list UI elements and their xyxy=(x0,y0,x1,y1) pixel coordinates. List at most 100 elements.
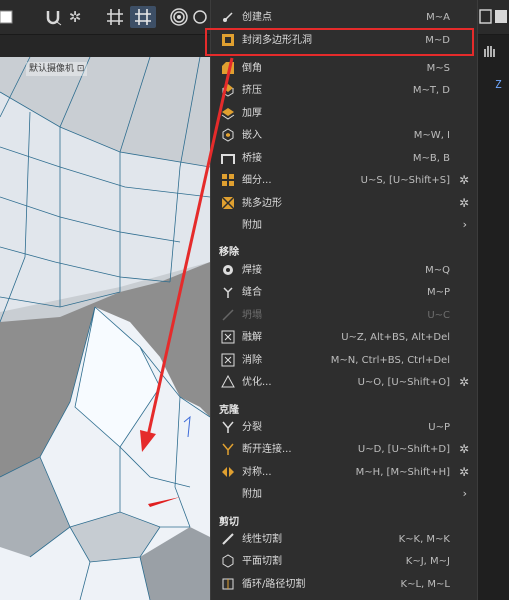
grid-snap-icon[interactable] xyxy=(104,6,126,28)
menu-item-weld[interactable]: 焊接 M~Q xyxy=(211,259,477,282)
menu-item-label: 桥接 xyxy=(242,153,262,164)
menu-item-more-submenu[interactable]: 附加 › xyxy=(211,483,477,506)
menu-item-plane-cut[interactable]: 平面切割 K~J, M~J xyxy=(211,550,477,573)
menu-item-label: 消除 xyxy=(242,355,262,366)
magnet-icon[interactable] xyxy=(42,6,64,28)
menu-item-melt[interactable]: 消除 M~N, Ctrl+BS, Ctrl+Del xyxy=(211,349,477,372)
menu-item-label: 封闭多边形孔洞 xyxy=(242,35,312,46)
optimize-icon xyxy=(221,374,235,389)
close-polygon-hole-icon xyxy=(221,33,235,47)
options-gear-icon[interactable]: ✲ xyxy=(457,173,471,187)
menu-item-label: 加厚 xyxy=(242,108,262,119)
menu-item-subdivide[interactable]: 细分... U~S, [U~Shift+S] ✲ xyxy=(211,169,477,192)
thicken-icon xyxy=(221,106,235,120)
menu-item-extrude[interactable]: 挤压 M~T, D xyxy=(211,79,477,102)
menu-item-poke-polygons[interactable]: 挑多边形 ✲ xyxy=(211,192,477,215)
menu-item-disconnect[interactable]: 断开连接... U~D, [U~Shift+D] ✲ xyxy=(211,438,477,461)
weld-icon xyxy=(221,263,235,277)
menu-item-thicken[interactable]: 加厚 xyxy=(211,102,477,125)
chevron-right-icon: › xyxy=(462,218,467,231)
options-gear-icon[interactable]: ✲ xyxy=(457,465,471,479)
menu-item-shortcut: U~S, [U~Shift+S] xyxy=(360,175,450,186)
menu-item-line-cut[interactable]: 线性切割 K~K, M~K xyxy=(211,528,477,551)
menu-item-split[interactable]: 分裂 U~P xyxy=(211,416,477,439)
dissolve-icon xyxy=(221,330,235,344)
default-camera-label[interactable]: 默认摄像机 ⊡ xyxy=(26,62,88,76)
menu-item-label: 附加 xyxy=(242,220,262,231)
menu-item-collapse: 坍塌 U~C xyxy=(211,304,477,327)
menu-item-shortcut: M~B, B xyxy=(412,153,450,164)
side-panel xyxy=(473,35,509,600)
menu-item-shortcut: M~W, I xyxy=(413,130,450,141)
options-gear-icon[interactable]: ✲ xyxy=(457,196,471,210)
stitch-icon xyxy=(221,285,235,299)
inset-icon xyxy=(221,128,235,142)
menu-item-bevel[interactable]: 倒角 M~S xyxy=(211,57,477,80)
split-icon xyxy=(221,420,235,434)
menu-item-bridge[interactable]: 桥接 M~B, B xyxy=(211,147,477,170)
menu-item-label: 融解 xyxy=(242,332,262,343)
menu-item-mirror[interactable]: 对称... M~H, [M~Shift+H] ✲ xyxy=(211,461,477,484)
menu-item-optimize[interactable]: 优化... U~O, [U~Shift+O] ✲ xyxy=(211,371,477,394)
menu-item-shortcut: M~D xyxy=(425,35,450,46)
melt-icon xyxy=(221,353,235,367)
options-gear-icon[interactable]: ✲ xyxy=(457,375,471,389)
create-point-icon xyxy=(221,10,235,24)
menu-item-shortcut: U~O, [U~Shift+O] xyxy=(357,377,450,388)
menu-item-shortcut: M~A xyxy=(426,12,450,23)
snap-settings-gear-icon[interactable]: ✲ xyxy=(66,6,84,28)
menu-item-shortcut: K~L, M~L xyxy=(400,579,450,590)
menu-item-shortcut: K~K, M~K xyxy=(398,534,450,545)
menu-item-dissolve[interactable]: 融解 U~Z, Alt+BS, Alt+Del xyxy=(211,326,477,349)
menu-item-label: 断开连接... xyxy=(242,444,292,455)
menu-item-shortcut: U~C xyxy=(427,310,450,321)
menu-item-shortcut: M~H, [M~Shift+H] xyxy=(355,467,450,478)
menu-item-stitch[interactable]: 缝合 M~P xyxy=(211,281,477,304)
menu-item-create-point[interactable]: 创建点 M~A xyxy=(211,6,477,29)
mirror-icon xyxy=(221,465,235,479)
workplane-icon[interactable] xyxy=(192,6,208,28)
menu-item-close-polygon-hole[interactable]: 封闭多边形孔洞 M~D xyxy=(211,29,477,52)
menu-item-label: 挑多边形 xyxy=(242,198,282,209)
menu-item-label: 优化... xyxy=(242,377,272,388)
subdivide-icon xyxy=(221,173,235,187)
menu-section-header: 剪切 xyxy=(219,517,239,528)
menu-item-shortcut: U~Z, Alt+BS, Alt+Del xyxy=(341,332,450,343)
menu-item-label: 倒角 xyxy=(242,63,262,74)
menu-section-header: 移除 xyxy=(219,247,239,258)
menu-item-label: 创建点 xyxy=(242,12,272,23)
grid-snap-active-icon[interactable] xyxy=(130,6,156,28)
plane-cut-icon xyxy=(221,554,235,568)
pan-hand-icon[interactable] xyxy=(481,41,509,61)
menu-section-header: 克隆 xyxy=(219,405,239,416)
menu-item-shortcut: M~P xyxy=(426,287,450,298)
menu-item-more-submenu[interactable]: 附加 › xyxy=(211,214,477,237)
menu-item-label: 细分... xyxy=(242,175,272,186)
menu-item-shortcut: U~D, [U~Shift+D] xyxy=(357,444,450,455)
menu-item-label: 平面切割 xyxy=(242,556,282,567)
target-icon[interactable] xyxy=(168,6,190,28)
chevron-right-icon: › xyxy=(462,487,467,500)
menu-item-label: 附加 xyxy=(242,489,262,500)
menu-item-label: 分裂 xyxy=(242,422,262,433)
menu-item-label: 焊接 xyxy=(242,265,262,276)
menu-item-shortcut: M~S xyxy=(426,63,450,74)
options-gear-icon[interactable]: ✲ xyxy=(457,442,471,456)
poke-polygons-icon xyxy=(221,196,235,210)
menu-item-label: 缝合 xyxy=(242,287,262,298)
layout-icon[interactable] xyxy=(0,6,16,28)
render-view-icon[interactable] xyxy=(479,6,493,28)
menu-item-loop-path-cut[interactable]: 循环/路径切割 K~L, M~L xyxy=(211,573,477,596)
menu-item-shortcut: M~N, Ctrl+BS, Ctrl+Del xyxy=(330,355,450,366)
3d-viewport[interactable]: 默认摄像机 ⊡ xyxy=(0,57,210,600)
menu-item-label: 挤压 xyxy=(242,85,262,96)
menu-item-shortcut: K~J, M~J xyxy=(405,556,450,567)
bridge-icon xyxy=(221,151,235,165)
menu-item-label: 嵌入 xyxy=(242,130,262,141)
axis-z-label: Z xyxy=(495,78,502,91)
render-settings-icon[interactable] xyxy=(494,6,509,28)
bevel-icon xyxy=(221,61,235,75)
menu-item-inset[interactable]: 嵌入 M~W, I xyxy=(211,124,477,147)
disconnect-icon xyxy=(221,442,235,456)
loop-path-cut-icon xyxy=(221,577,235,591)
